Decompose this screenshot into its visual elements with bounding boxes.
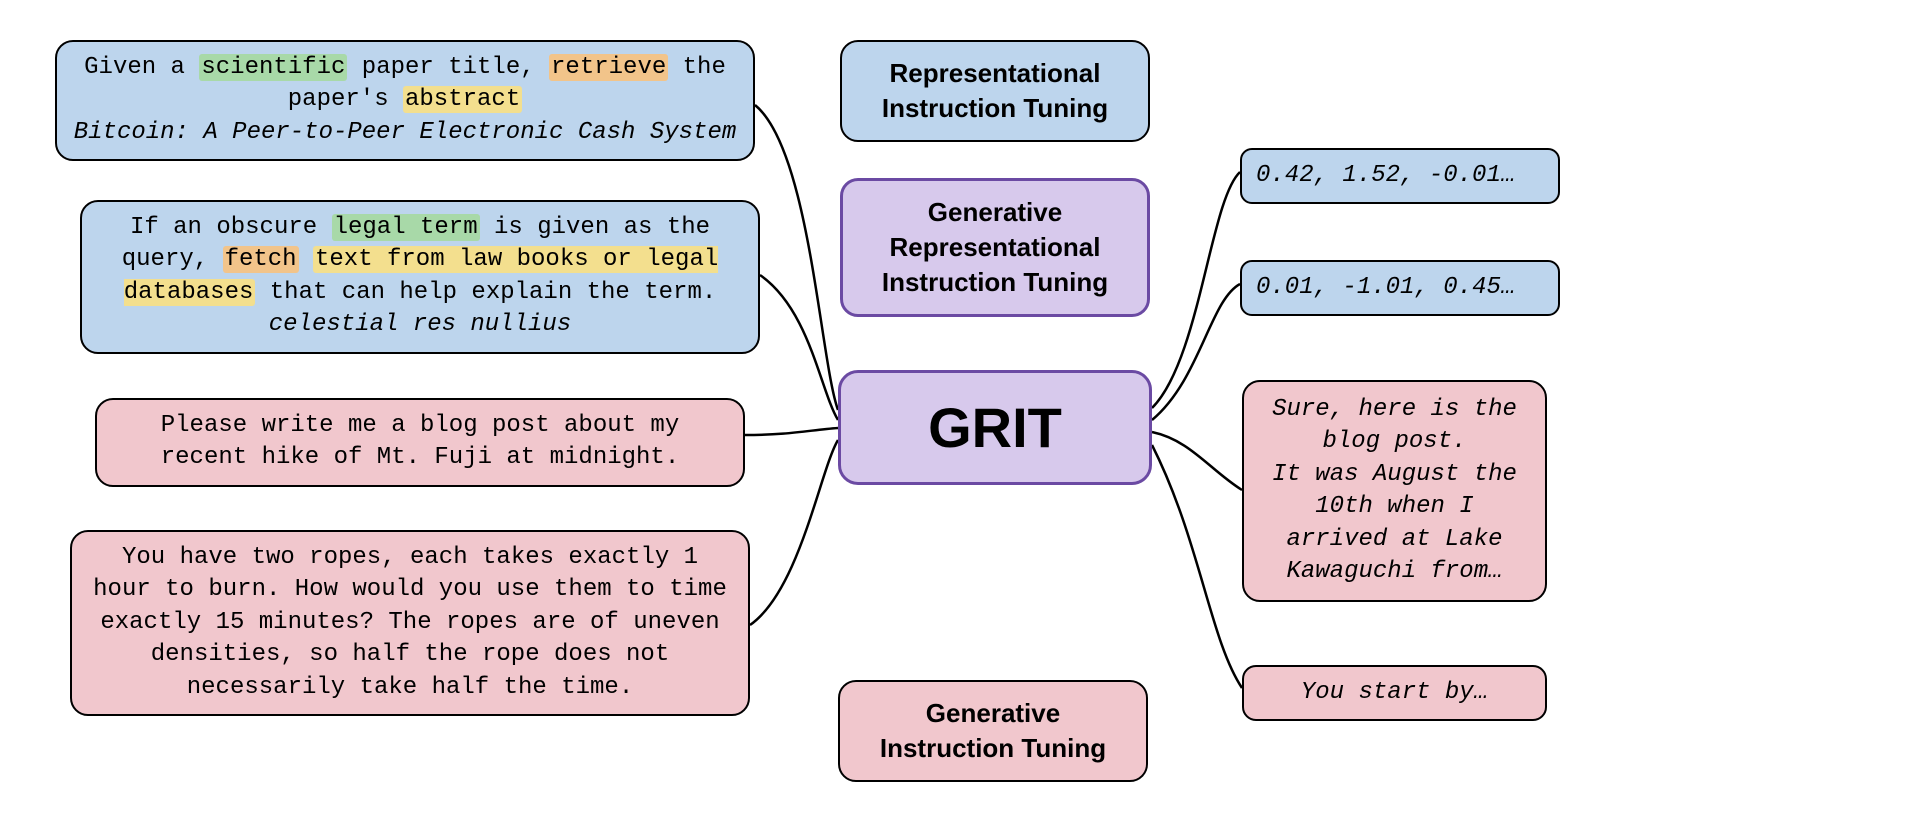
label-representational-tuning: Representational Instruction Tuning bbox=[840, 40, 1150, 142]
output-embedding-2: 0.01, -1.01, 0.45… bbox=[1240, 260, 1560, 316]
input3-text: Please write me a blog post about my rec… bbox=[161, 412, 679, 471]
output-ropes-answer: You start by… bbox=[1242, 665, 1547, 721]
grit-main-box: GRIT bbox=[838, 370, 1152, 485]
top-label-text: Representational Instruction Tuning bbox=[882, 58, 1108, 123]
input-box-blog-post: Please write me a blog post about my rec… bbox=[95, 398, 745, 487]
input1-example: Bitcoin: A Peer-to-Peer Electronic Cash … bbox=[73, 117, 737, 149]
output-embedding-1: 0.42, 1.52, -0.01… bbox=[1240, 148, 1560, 204]
input2-example: celestial res nullius bbox=[98, 309, 742, 341]
output-blog-post: Sure, here is the blog post. It was Augu… bbox=[1242, 380, 1547, 602]
grit-desc-text: Generative Representational Instruction … bbox=[882, 197, 1108, 297]
bot-label-text: Generative Instruction Tuning bbox=[880, 698, 1106, 763]
input-box-legal-term: If an obscure legal term is given as the… bbox=[80, 200, 760, 354]
input-box-ropes-puzzle: You have two ropes, each takes exactly 1… bbox=[70, 530, 750, 716]
label-grit-description: Generative Representational Instruction … bbox=[840, 178, 1150, 317]
label-generative-tuning: Generative Instruction Tuning bbox=[838, 680, 1148, 782]
grit-text: GRIT bbox=[928, 390, 1062, 466]
out2-text: 0.01, -1.01, 0.45… bbox=[1256, 274, 1515, 301]
input-box-scientific-paper: Given a scientific paper title, retrieve… bbox=[55, 40, 755, 161]
input1-instruction: Given a scientific paper title, retrieve… bbox=[73, 52, 737, 117]
out1-text: 0.42, 1.52, -0.01… bbox=[1256, 162, 1515, 189]
input4-text: You have two ropes, each takes exactly 1… bbox=[93, 544, 727, 701]
out3-text: Sure, here is the blog post. It was Augu… bbox=[1272, 396, 1517, 585]
input2-instruction: If an obscure legal term is given as the… bbox=[98, 212, 742, 309]
out4-text: You start by… bbox=[1301, 679, 1488, 706]
